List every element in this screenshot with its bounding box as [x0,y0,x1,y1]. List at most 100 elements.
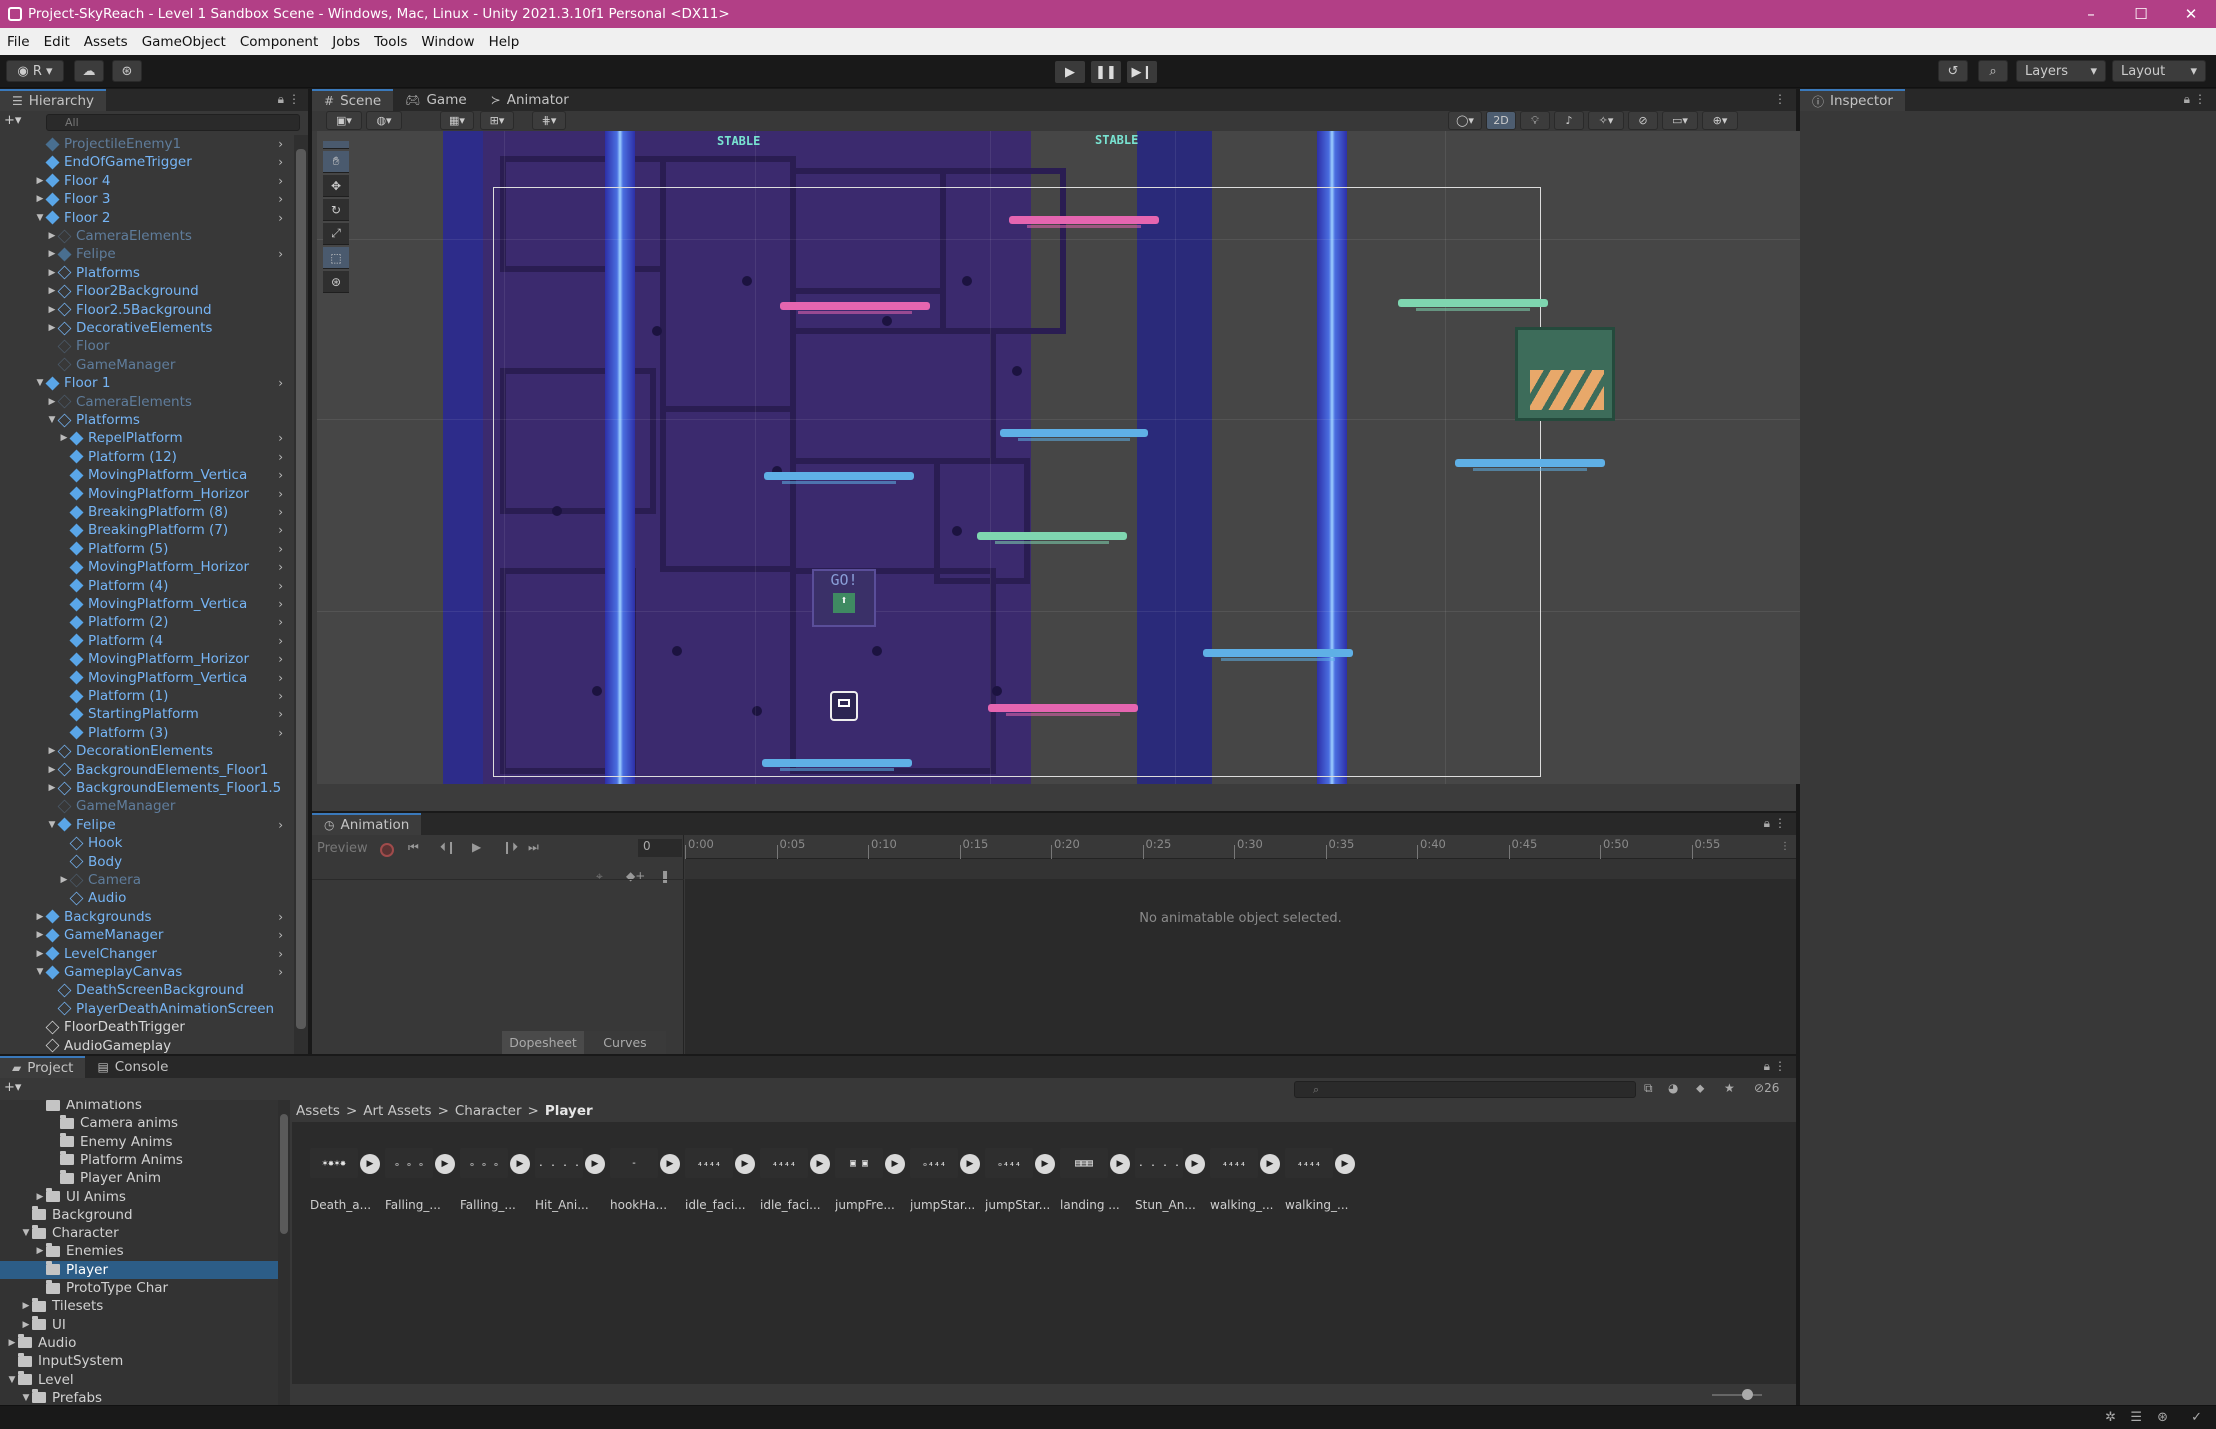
hierarchy-row[interactable]: ▶ Floor 4 › [0,172,292,190]
effects-icon[interactable]: ✧▾ [1588,111,1624,130]
hierarchy-row[interactable]: Floor [0,337,292,355]
hierarchy-row[interactable]: MovingPlatform_Vertica › [0,669,292,687]
hierarchy-row[interactable]: GameManager [0,797,292,815]
project-folder-row[interactable]: InputSystem [0,1352,278,1370]
animation-clip-asset[interactable]: ₒ ₒ ₒ ▶ Falling_... [460,1130,535,1212]
hierarchy-row[interactable]: ▶ Platforms [0,264,292,282]
project-folder-row[interactable]: ▼ Character [0,1224,278,1242]
chevron-right-icon[interactable]: › [278,523,283,537]
menu-jobs[interactable]: Jobs [325,34,367,50]
cache-icon[interactable]: ☰ [2130,1410,2142,1425]
chevron-right-icon[interactable]: › [278,726,283,740]
menu-tools[interactable]: Tools [367,34,414,50]
hierarchy-row[interactable]: ▶ Camera [0,871,292,889]
zoom-slider[interactable] [1712,1394,1762,1396]
hierarchy-row[interactable]: BreakingPlatform (8) › [0,503,292,521]
play-clip-icon[interactable]: ▶ [1185,1154,1205,1174]
hierarchy-row[interactable]: ▶ Floor2Background [0,282,292,300]
platform[interactable] [1000,429,1148,441]
expand-arrow-icon[interactable]: ▼ [20,1393,32,1403]
scene-viewport[interactable]: STABLE STABLE GO! ⬆ ✋︎ ✥ ↻ ⤢ ⬚ ⊛ [317,131,1808,784]
animation-clip-asset[interactable]: ₄₄₄₄ ▶ walking_... [1210,1130,1285,1212]
check-icon[interactable]: ✓ [2191,1410,2202,1425]
animation-clip-asset[interactable]: ₄₄₄₄ ▶ idle_faci... [760,1130,835,1212]
chevron-right-icon[interactable]: › [278,505,283,519]
hierarchy-row[interactable]: ▼ Felipe › [0,816,292,834]
hierarchy-row[interactable]: MovingPlatform_Vertica › [0,595,292,613]
project-folder-row[interactable]: Background [0,1206,278,1224]
collapse-arrow-icon[interactable]: ▶ [46,397,58,407]
project-folder-row[interactable]: ▶ UI [0,1316,278,1334]
more-options-icon[interactable]: ⋮ [1774,1059,1786,1073]
collab-icon[interactable]: ⊛ [112,60,142,82]
play-clip-icon[interactable]: ▶ [585,1154,605,1174]
animation-clip-asset[interactable]: . . . . ▶ Stun_An... [1135,1130,1210,1212]
hierarchy-row[interactable]: ▼ GameplayCanvas › [0,963,292,981]
scrollbar-thumb[interactable] [280,1114,288,1234]
play-clip-icon[interactable]: ▶ [435,1154,455,1174]
platform[interactable] [764,472,914,484]
collapse-arrow-icon[interactable]: ▶ [34,949,46,959]
hierarchy-row[interactable]: Hook [0,834,292,852]
collapse-arrow-icon[interactable]: ▶ [34,176,46,186]
debug-icon[interactable]: ✲ [2105,1410,2116,1425]
hierarchy-row[interactable]: ▶ LevelChanger › [0,945,292,963]
lock-icon[interactable]: 🔒︎ [1764,1059,1770,1074]
minimize-button[interactable]: – [2066,5,2116,23]
more-options-icon[interactable]: ⋮ [288,92,300,106]
collapse-arrow-icon[interactable]: ▶ [58,433,70,443]
play-clip-icon[interactable]: ▶ [735,1154,755,1174]
first-keyframe-icon[interactable]: ⏮ [408,840,419,855]
preview-toggle[interactable]: Preview [317,841,368,856]
chevron-right-icon[interactable]: › [278,597,283,611]
play-clip-icon[interactable]: ▶ [1110,1154,1130,1174]
play-clip-icon[interactable]: ▶ [810,1154,830,1174]
grid-snap-icon[interactable]: ⊞▾ [480,111,514,130]
collapse-arrow-icon[interactable]: ▶ [34,194,46,204]
hierarchy-row[interactable]: Platform (12) › [0,448,292,466]
animation-clip-asset[interactable]: - ▶ hookHa... [610,1130,685,1212]
collapse-arrow-icon[interactable]: ▶ [46,746,58,756]
hierarchy-row[interactable]: ▶ Floor2.5Background [0,301,292,319]
hierarchy-row[interactable]: MovingPlatform_Horizor › [0,485,292,503]
breadcrumb-item[interactable]: Character [455,1103,522,1119]
label-icon[interactable]: ⬥ [1696,1081,1704,1096]
draw-mode-icon[interactable]: ▣▾ [326,111,362,130]
tab-inspector[interactable]: ⓘ Inspector [1800,89,1905,111]
chevron-right-icon[interactable]: › [278,155,283,169]
pause-button[interactable]: ❚❚ [1091,61,1121,83]
hierarchy-row[interactable]: StartingPlatform › [0,705,292,723]
project-folder-row[interactable]: ▶ Enemies [0,1242,278,1260]
hierarchy-row[interactable]: Platform (1) › [0,687,292,705]
hierarchy-row[interactable]: ▶ RepelPlatform › [0,429,292,447]
project-folder-row[interactable]: ▼ Prefabs [0,1389,278,1405]
expand-arrow-icon[interactable]: ▼ [34,378,46,388]
create-asset-button[interactable]: +▾ [4,1080,34,1098]
chevron-right-icon[interactable]: › [278,634,283,648]
platform[interactable] [1009,216,1159,228]
frame-input[interactable]: 0 [638,839,682,857]
hierarchy-row[interactable]: PlayerDeathAnimationScreen [0,1000,292,1018]
project-folder-row[interactable]: Enemy Anims [0,1133,278,1151]
snap-icon[interactable]: ▦▾ [440,111,474,130]
platform[interactable] [1455,459,1605,471]
curves-tab[interactable]: Curves [584,1031,666,1054]
chevron-right-icon[interactable]: › [278,965,283,979]
globe-icon[interactable]: ◍▾ [366,111,402,130]
breadcrumb-item[interactable]: Art Assets [363,1103,431,1119]
collapse-arrow-icon[interactable]: ▶ [46,268,58,278]
increment-snap-icon[interactable]: ⋕▾ [532,111,566,130]
cloud-icon[interactable]: ☁ [74,60,104,82]
collapse-arrow-icon[interactable]: ▶ [46,765,58,775]
hierarchy-row[interactable]: MovingPlatform_Horizor › [0,558,292,576]
play-clip-icon[interactable]: ▶ [1335,1154,1355,1174]
platform[interactable] [1203,649,1353,661]
chevron-right-icon[interactable]: › [278,192,283,206]
platform[interactable] [977,532,1127,544]
chevron-right-icon[interactable]: › [278,542,283,556]
lighting-icon[interactable]: 💡︎ [1520,111,1550,130]
project-folder-row[interactable]: Animations [0,1100,278,1114]
player-character[interactable] [830,691,858,721]
more-options-icon[interactable]: ⋮ [1774,816,1786,830]
record-icon[interactable] [380,843,394,857]
